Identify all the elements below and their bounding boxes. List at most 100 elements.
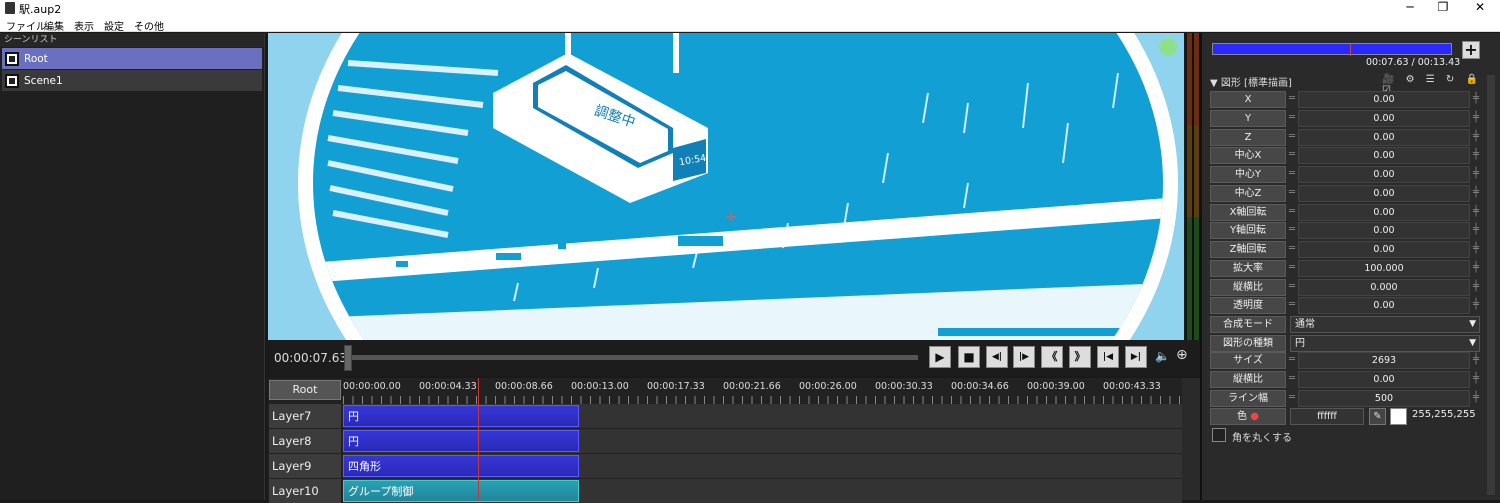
- scene-item-root[interactable]: Root: [2, 48, 262, 69]
- minimize-button[interactable]: ─: [1395, 0, 1425, 16]
- increment-handle[interactable]: ╪: [1473, 147, 1482, 162]
- restore-button[interactable]: ❐: [1428, 0, 1458, 16]
- menu-edit[interactable]: 編集: [44, 18, 64, 33]
- property-value[interactable]: 0.00: [1298, 370, 1470, 388]
- color-hex-field[interactable]: ffffff: [1290, 408, 1364, 425]
- next-frame-button[interactable]: |▶: [1013, 346, 1035, 368]
- decrement-handle[interactable]: ═: [1289, 204, 1298, 219]
- color-label[interactable]: 色 ●: [1210, 408, 1286, 425]
- decrement-handle[interactable]: ═: [1289, 279, 1298, 294]
- decrement-handle[interactable]: ═: [1289, 147, 1298, 162]
- layer-track[interactable]: 円: [343, 429, 1182, 453]
- layer-label[interactable]: Layer10: [269, 479, 341, 503]
- property-value[interactable]: 500: [1298, 389, 1470, 407]
- increment-handle[interactable]: ╪: [1473, 390, 1482, 405]
- decrement-handle[interactable]: ═: [1289, 222, 1298, 237]
- property-label[interactable]: ライン幅: [1210, 389, 1286, 407]
- property-label[interactable]: X軸回転: [1210, 203, 1286, 221]
- shape-type-select[interactable]: 円 ▼: [1290, 335, 1480, 352]
- close-button[interactable]: ✕: [1465, 0, 1495, 16]
- timeline-clip[interactable]: 円: [343, 430, 579, 452]
- decrement-handle[interactable]: ═: [1289, 371, 1298, 386]
- fast-forward-button[interactable]: 》: [1069, 346, 1091, 368]
- property-value[interactable]: 0.00: [1298, 203, 1470, 221]
- property-label[interactable]: 縦横比: [1210, 278, 1286, 296]
- layer-track[interactable]: 円: [343, 404, 1182, 428]
- color-swatch[interactable]: [1390, 408, 1407, 425]
- property-label[interactable]: Z軸回転: [1210, 241, 1286, 258]
- menu-file[interactable]: ファイル: [6, 18, 46, 33]
- seek-handle[interactable]: [344, 345, 352, 371]
- eyedropper-icon[interactable]: ✎: [1369, 408, 1386, 425]
- scene-item-scene1[interactable]: Scene1: [2, 70, 262, 91]
- rewind-button[interactable]: 《: [1041, 346, 1063, 368]
- property-label[interactable]: サイズ: [1210, 352, 1286, 369]
- increment-handle[interactable]: ╪: [1473, 110, 1482, 125]
- timeline-root-button[interactable]: Root: [269, 380, 341, 400]
- property-value[interactable]: 100.000: [1298, 259, 1470, 277]
- menu-view[interactable]: 表示: [74, 18, 94, 33]
- property-value[interactable]: 0.00: [1298, 222, 1470, 240]
- round-corners-checkbox[interactable]: [1212, 428, 1226, 442]
- playhead[interactable]: [478, 378, 479, 500]
- video-preview[interactable]: ✛ 調整中 10:54: [268, 33, 1184, 340]
- increment-handle[interactable]: ╪: [1473, 241, 1482, 256]
- increment-handle[interactable]: ╪: [1473, 260, 1482, 275]
- layer-track[interactable]: 四角形: [343, 454, 1182, 478]
- jump-end-button[interactable]: ▶|: [1125, 346, 1147, 368]
- property-value[interactable]: 0.00: [1298, 109, 1470, 127]
- increment-handle[interactable]: ╪: [1473, 352, 1482, 367]
- decrement-handle[interactable]: ═: [1289, 185, 1298, 200]
- play-button[interactable]: ▶: [929, 346, 951, 368]
- property-value[interactable]: 0.000: [1298, 278, 1470, 296]
- property-value[interactable]: 0.00: [1298, 166, 1470, 183]
- timeline-clip[interactable]: 四角形: [343, 455, 579, 477]
- decrement-handle[interactable]: ═: [1289, 260, 1298, 275]
- properties-scrollbar[interactable]: [1487, 75, 1495, 495]
- property-label[interactable]: 縦横比: [1210, 370, 1286, 388]
- zoom-icon[interactable]: ⊕: [1176, 347, 1188, 363]
- menu-other[interactable]: その他: [134, 18, 164, 33]
- property-value[interactable]: 0.00: [1298, 241, 1470, 258]
- increment-handle[interactable]: ╪: [1473, 371, 1482, 386]
- decrement-handle[interactable]: ═: [1289, 129, 1298, 144]
- increment-handle[interactable]: ╪: [1473, 279, 1482, 294]
- jump-start-button[interactable]: |◀: [1097, 346, 1119, 368]
- decrement-handle[interactable]: ═: [1289, 110, 1298, 125]
- property-value[interactable]: 2693: [1298, 352, 1470, 369]
- property-label[interactable]: 中心Z: [1210, 184, 1286, 202]
- timeline-scrollbar[interactable]: [1182, 378, 1200, 500]
- property-value[interactable]: 0.00: [1298, 128, 1470, 146]
- layer-label[interactable]: Layer7: [269, 404, 341, 428]
- increment-handle[interactable]: ╪: [1473, 91, 1482, 106]
- decrement-handle[interactable]: ═: [1289, 91, 1298, 106]
- increment-handle[interactable]: ╪: [1473, 166, 1482, 181]
- timeline-clip[interactable]: 円: [343, 405, 579, 427]
- decrement-handle[interactable]: ═: [1289, 166, 1298, 181]
- decrement-handle[interactable]: ═: [1289, 352, 1298, 367]
- stop-button[interactable]: ■: [958, 346, 980, 368]
- blend-mode-select[interactable]: 通常 ▼: [1290, 316, 1480, 333]
- property-label[interactable]: 拡大率: [1210, 259, 1286, 277]
- increment-handle[interactable]: ╪: [1473, 204, 1482, 219]
- increment-handle[interactable]: ╪: [1473, 185, 1482, 200]
- property-label[interactable]: 透明度: [1210, 297, 1286, 315]
- property-label[interactable]: 中心X: [1210, 147, 1286, 165]
- property-label[interactable]: 中心Y: [1210, 166, 1286, 183]
- property-label[interactable]: Z: [1210, 128, 1286, 146]
- property-value[interactable]: 0.00: [1298, 147, 1470, 165]
- layer-label[interactable]: Layer8: [269, 429, 341, 453]
- property-label[interactable]: Y軸回転: [1210, 222, 1286, 240]
- seek-bar[interactable]: [348, 355, 918, 360]
- property-label[interactable]: Y: [1210, 109, 1286, 127]
- prev-frame-button[interactable]: ◀|: [986, 346, 1008, 368]
- decrement-handle[interactable]: ═: [1289, 297, 1298, 312]
- timeline-clip[interactable]: グループ制御: [343, 480, 579, 502]
- property-value[interactable]: 0.00: [1298, 184, 1470, 202]
- layer-label[interactable]: Layer9: [269, 454, 341, 478]
- decrement-handle[interactable]: ═: [1289, 390, 1298, 405]
- layer-track[interactable]: グループ制御: [343, 479, 1182, 503]
- property-value[interactable]: 0.00: [1298, 297, 1470, 315]
- increment-handle[interactable]: ╪: [1473, 222, 1482, 237]
- menu-settings[interactable]: 設定: [104, 18, 124, 33]
